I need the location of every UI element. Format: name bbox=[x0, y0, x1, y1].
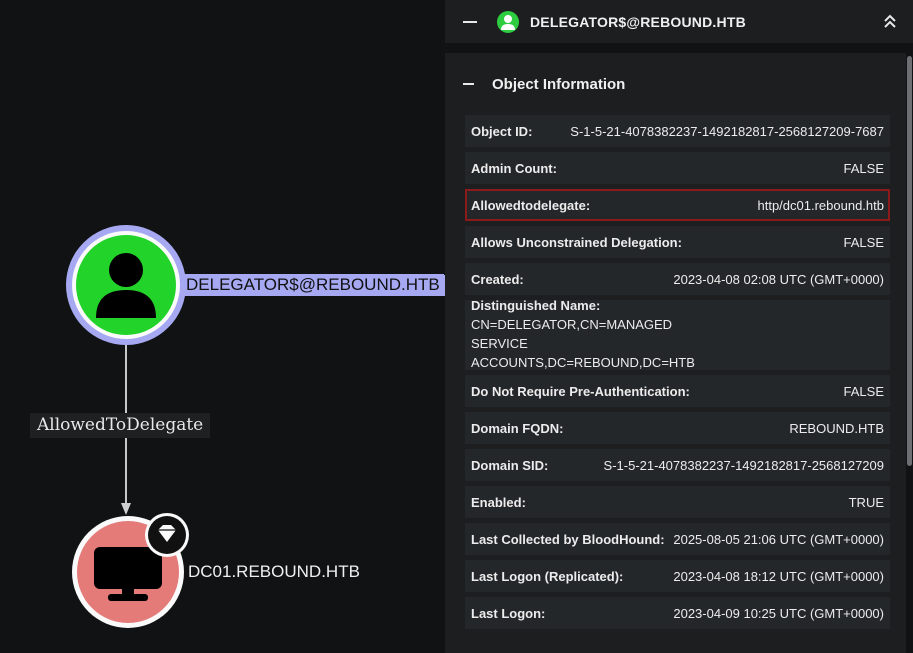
property-value: 2023-04-08 02:08 UTC (GMT+0000) bbox=[673, 271, 884, 287]
property-key: Object ID: bbox=[471, 123, 533, 139]
property-key: Allowedtodelegate: bbox=[471, 197, 591, 213]
property-row: Created: 2023-04-08 02:08 UTC (GMT+0000) bbox=[465, 263, 890, 295]
property-row: Admin Count: FALSE bbox=[465, 152, 890, 184]
edge-arrowhead bbox=[121, 503, 131, 515]
property-value: FALSE bbox=[843, 160, 884, 176]
property-key: Created: bbox=[471, 271, 524, 287]
object-information-section: Object Information Object ID: S-1-5-21-4… bbox=[445, 53, 906, 653]
property-value: 2023-04-08 18:12 UTC (GMT+0000) bbox=[673, 568, 884, 584]
collapse-panel-icon[interactable] bbox=[463, 20, 477, 23]
property-value: CN=DELEGATOR,CN=MANAGED SERVICE ACCOUNTS… bbox=[471, 317, 695, 370]
collapse-section-icon[interactable] bbox=[463, 83, 474, 85]
section-header[interactable]: Object Information bbox=[445, 53, 906, 115]
property-value: REBOUND.HTB bbox=[789, 420, 884, 436]
property-key: Last Logon: bbox=[471, 605, 546, 621]
diamond-badge-icon bbox=[145, 513, 189, 557]
property-key: Last Collected by BloodHound: bbox=[471, 531, 665, 547]
property-key: Distinguished Name: bbox=[471, 298, 601, 313]
property-row: Allows Unconstrained Delegation: FALSE bbox=[465, 226, 890, 258]
property-key: Last Logon (Replicated): bbox=[471, 568, 624, 584]
property-value: S-1-5-21-4078382237-1492182817-256812720… bbox=[570, 123, 884, 139]
property-key: Allows Unconstrained Delegation: bbox=[471, 234, 682, 250]
property-row: Last Logon (Replicated): 2023-04-08 18:1… bbox=[465, 560, 890, 592]
property-row: Domain SID: S-1-5-21-4078382237-14921828… bbox=[465, 449, 890, 481]
property-row: Last Collected by BloodHound: 2025-08-05… bbox=[465, 523, 890, 555]
panel-scrollbar[interactable] bbox=[907, 56, 912, 466]
property-value: S-1-5-21-4078382237-1492182817-256812720… bbox=[603, 457, 884, 473]
property-value: FALSE bbox=[843, 234, 884, 250]
property-row: Enabled: TRUE bbox=[465, 486, 890, 518]
property-key: Admin Count: bbox=[471, 160, 557, 176]
property-value: http/dc01.rebound.htb bbox=[757, 197, 885, 213]
property-row: Do Not Require Pre-Authentication: FALSE bbox=[465, 375, 890, 407]
panel-header: DELEGATOR$@REBOUND.HTB bbox=[445, 0, 913, 43]
property-list: Object ID: S-1-5-21-4078382237-149218281… bbox=[465, 115, 890, 634]
property-row-highlighted: Allowedtodelegate: http/dc01.rebound.htb bbox=[465, 189, 890, 221]
section-title: Object Information bbox=[492, 75, 626, 93]
panel-title: DELEGATOR$@REBOUND.HTB bbox=[530, 13, 746, 30]
property-key: Do Not Require Pre-Authentication: bbox=[471, 383, 690, 399]
chevrons-up-icon[interactable] bbox=[883, 13, 897, 29]
user-node-label[interactable]: DELEGATOR$@REBOUND.HTB bbox=[183, 274, 444, 296]
property-row: Last Logon: 2023-04-09 10:25 UTC (GMT+00… bbox=[465, 597, 890, 629]
dc-node[interactable] bbox=[72, 513, 189, 628]
property-value: FALSE bbox=[843, 383, 884, 399]
entity-panel: DELEGATOR$@REBOUND.HTB Object Informatio… bbox=[445, 0, 913, 653]
user-node[interactable] bbox=[66, 225, 186, 345]
property-key: Enabled: bbox=[471, 494, 526, 510]
property-value: 2025-08-05 21:06 UTC (GMT+0000) bbox=[673, 531, 884, 547]
property-key: Domain SID: bbox=[471, 457, 549, 473]
property-row: Domain FQDN: REBOUND.HTB bbox=[465, 412, 890, 444]
property-value: TRUE bbox=[848, 494, 884, 510]
property-row: Object ID: S-1-5-21-4078382237-149218281… bbox=[465, 115, 890, 147]
property-key: Domain FQDN: bbox=[471, 420, 564, 436]
property-value: 2023-04-09 10:25 UTC (GMT+0000) bbox=[673, 605, 884, 621]
edge-label[interactable]: AllowedToDelegate bbox=[30, 413, 211, 438]
dc-node-label[interactable]: DC01.REBOUND.HTB bbox=[188, 562, 360, 582]
user-avatar-icon bbox=[497, 10, 519, 33]
property-row: Distinguished Name: CN=DELEGATOR,CN=MANA… bbox=[465, 298, 890, 370]
